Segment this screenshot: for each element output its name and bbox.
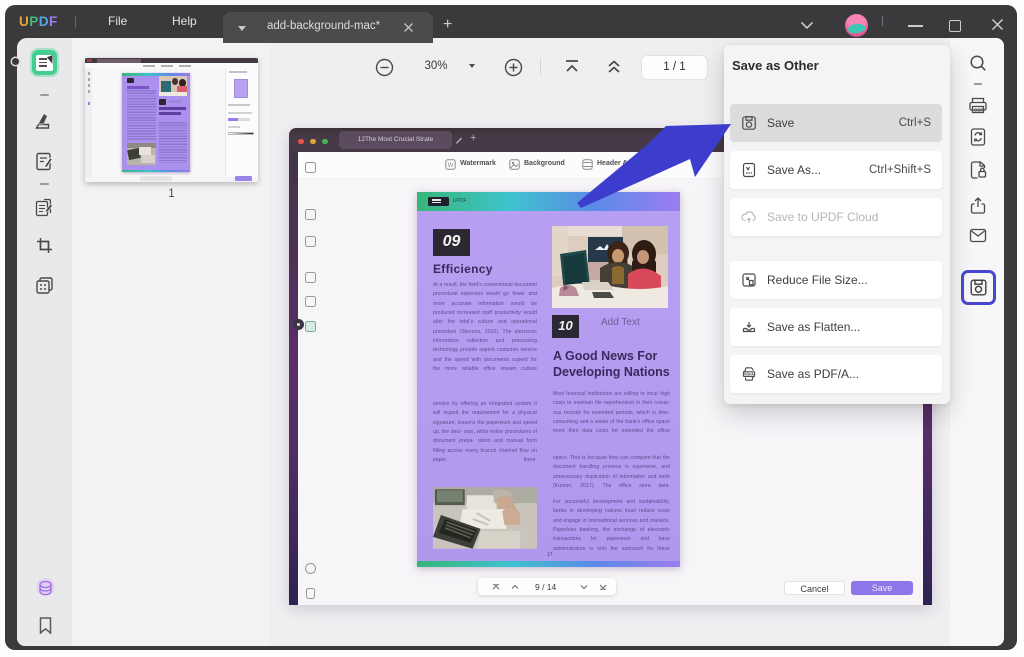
svg-text:PDF/A: PDF/A: [744, 372, 754, 376]
svg-text:OCR: OCR: [974, 107, 983, 112]
svg-text:W: W: [448, 163, 454, 169]
